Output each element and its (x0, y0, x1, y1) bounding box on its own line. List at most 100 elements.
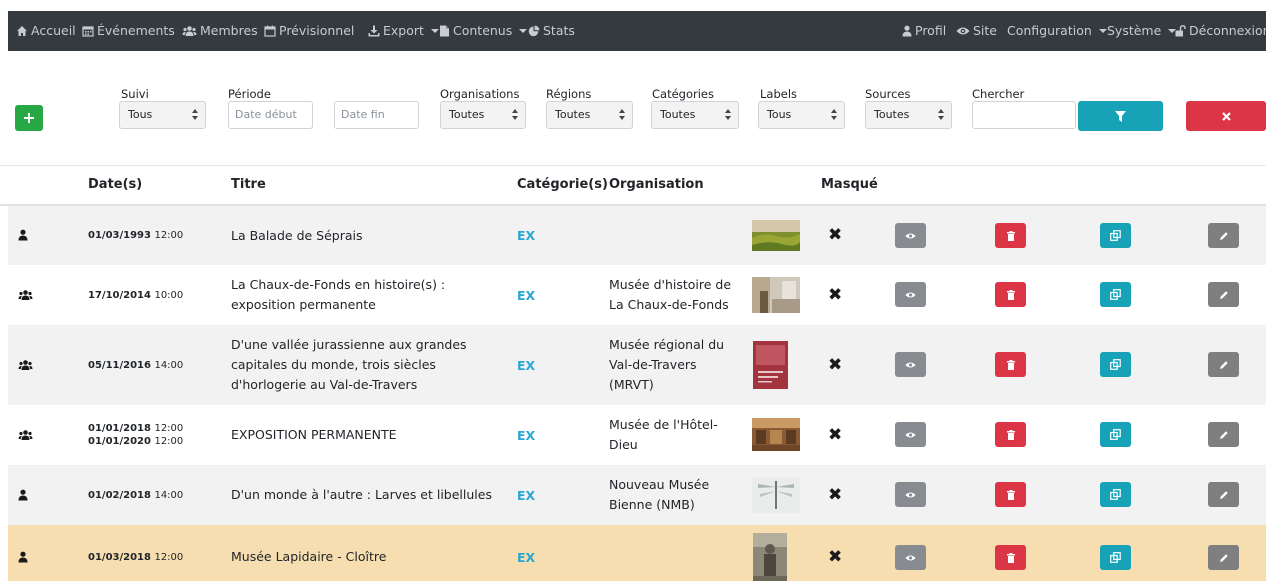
view-button[interactable] (895, 482, 926, 507)
nav-profil[interactable]: Profil (902, 11, 946, 51)
event-thumbnail[interactable] (753, 341, 788, 389)
nav-deconnexion[interactable]: Déconnexion (1175, 11, 1266, 51)
time-value: 14:00 (154, 489, 184, 501)
suivi-select[interactable]: Tous (119, 101, 206, 129)
duplicate-button[interactable] (1100, 422, 1131, 447)
delete-button[interactable] (995, 482, 1026, 507)
duplicate-button[interactable] (1100, 482, 1131, 507)
date-fin-input[interactable]: Date fin (334, 101, 419, 129)
users-icon (18, 290, 33, 300)
regions-select[interactable]: Toutes (546, 101, 633, 129)
edit-button[interactable] (1208, 352, 1239, 377)
nav-stats[interactable]: Stats (528, 11, 575, 51)
date-value: 01/02/2018 (88, 489, 151, 501)
duplicate-button[interactable] (1100, 282, 1131, 307)
nav-export[interactable]: Export (368, 11, 439, 51)
organisation-name: Nouveau Musée Bienne (NMB) (609, 477, 710, 512)
eye-icon (905, 291, 916, 298)
time-value: 12:00 (154, 423, 184, 434)
nav-previsionnel[interactable]: Prévisionnel (264, 11, 354, 51)
view-button[interactable] (895, 545, 926, 570)
view-button[interactable] (895, 282, 926, 307)
chevron-down-icon (519, 29, 528, 33)
user-icon (18, 489, 28, 501)
duplicate-button[interactable] (1100, 545, 1131, 570)
edit-button[interactable] (1208, 422, 1239, 447)
categories-select[interactable]: Toutes (651, 101, 739, 129)
event-thumbnail[interactable] (752, 277, 800, 313)
header-categories[interactable]: Catégorie(s) (517, 177, 608, 192)
view-button[interactable] (895, 223, 926, 248)
pie-chart-icon (528, 25, 540, 37)
header-masque[interactable]: Masqué (821, 177, 878, 192)
event-thumbnail[interactable] (753, 533, 787, 581)
labels-select[interactable]: Tous (758, 101, 845, 129)
header-organisation[interactable]: Organisation (609, 177, 704, 192)
date-value: 01/01/2018 (88, 423, 151, 434)
nav-accueil[interactable]: Accueil (16, 11, 76, 51)
category-link[interactable]: EX (517, 358, 535, 373)
category-link[interactable]: EX (517, 228, 535, 243)
organisation-name: Musée de l'Hôtel-Dieu (609, 417, 718, 452)
category-link[interactable]: EX (517, 488, 535, 503)
select-arrows-icon (938, 108, 944, 122)
view-button[interactable] (895, 422, 926, 447)
eye-icon (956, 27, 970, 35)
duplicate-button[interactable] (1100, 352, 1131, 377)
delete-button[interactable] (995, 223, 1026, 248)
pencil-icon (1219, 360, 1228, 369)
view-button[interactable] (895, 352, 926, 377)
event-thumbnail[interactable] (752, 477, 800, 513)
nav-systeme[interactable]: Système (1107, 11, 1177, 51)
pencil-icon (1219, 290, 1228, 299)
copy-icon (1110, 429, 1121, 440)
edit-button[interactable] (1208, 482, 1239, 507)
calendar-icon (82, 26, 94, 37)
nav-stats-label: Stats (543, 23, 575, 38)
organisations-label: Organisations (440, 87, 520, 101)
delete-button[interactable] (995, 422, 1026, 447)
delete-button[interactable] (995, 545, 1026, 570)
suivi-select-value: Tous (128, 108, 153, 121)
date-value: 01/03/2018 (88, 551, 151, 563)
organisation-cell (609, 206, 744, 265)
table-header: Date(s) Titre Catégorie(s) Organisation … (0, 165, 1266, 206)
delete-button[interactable] (995, 282, 1026, 307)
add-event-button[interactable] (15, 105, 43, 131)
organisation-cell: Musée d'histoire de La Chaux-de-Fonds (609, 265, 744, 325)
category-link[interactable]: EX (517, 550, 535, 565)
header-dates[interactable]: Date(s) (88, 177, 142, 192)
date-debut-input[interactable]: Date début (228, 101, 313, 129)
nav-site[interactable]: Site (956, 11, 997, 51)
nav-evenements[interactable]: Événements (82, 11, 175, 51)
filter-button[interactable] (1078, 101, 1163, 131)
nav-contenus[interactable]: Contenus (439, 11, 528, 51)
time-value: 12:00 (154, 230, 184, 241)
delete-button[interactable] (995, 352, 1026, 377)
edit-button[interactable] (1208, 223, 1239, 248)
regions-label: Régions (546, 87, 592, 101)
edit-button[interactable] (1208, 282, 1239, 307)
header-titre[interactable]: Titre (231, 177, 266, 192)
event-thumbnail[interactable] (752, 418, 800, 451)
event-title: D'une vallée jurassienne aux grandes cap… (231, 337, 467, 392)
organisations-select[interactable]: Toutes (440, 101, 526, 129)
nav-configuration[interactable]: Configuration (1007, 11, 1107, 51)
sources-select[interactable]: Toutes (865, 101, 952, 129)
category-link[interactable]: EX (517, 428, 535, 443)
event-thumbnail[interactable] (752, 220, 800, 251)
user-icon (18, 229, 28, 241)
trash-icon (1006, 289, 1015, 300)
search-input[interactable] (972, 101, 1076, 129)
category-cell: EX (517, 206, 535, 265)
edit-button[interactable] (1208, 545, 1239, 570)
category-link[interactable]: EX (517, 288, 535, 303)
title-cell: D'une vallée jurassienne aux grandes cap… (231, 325, 501, 405)
duplicate-button[interactable] (1100, 223, 1131, 248)
trash-icon (1006, 429, 1015, 440)
trash-icon (1006, 552, 1015, 563)
nav-membres[interactable]: Membres (182, 11, 258, 51)
end-date-value: 01/01/2020 (88, 436, 151, 447)
reset-filters-button[interactable] (1186, 101, 1266, 131)
table-row: 01/03/2018 12:00 Musée Lapidaire - Cloît… (8, 525, 1266, 581)
